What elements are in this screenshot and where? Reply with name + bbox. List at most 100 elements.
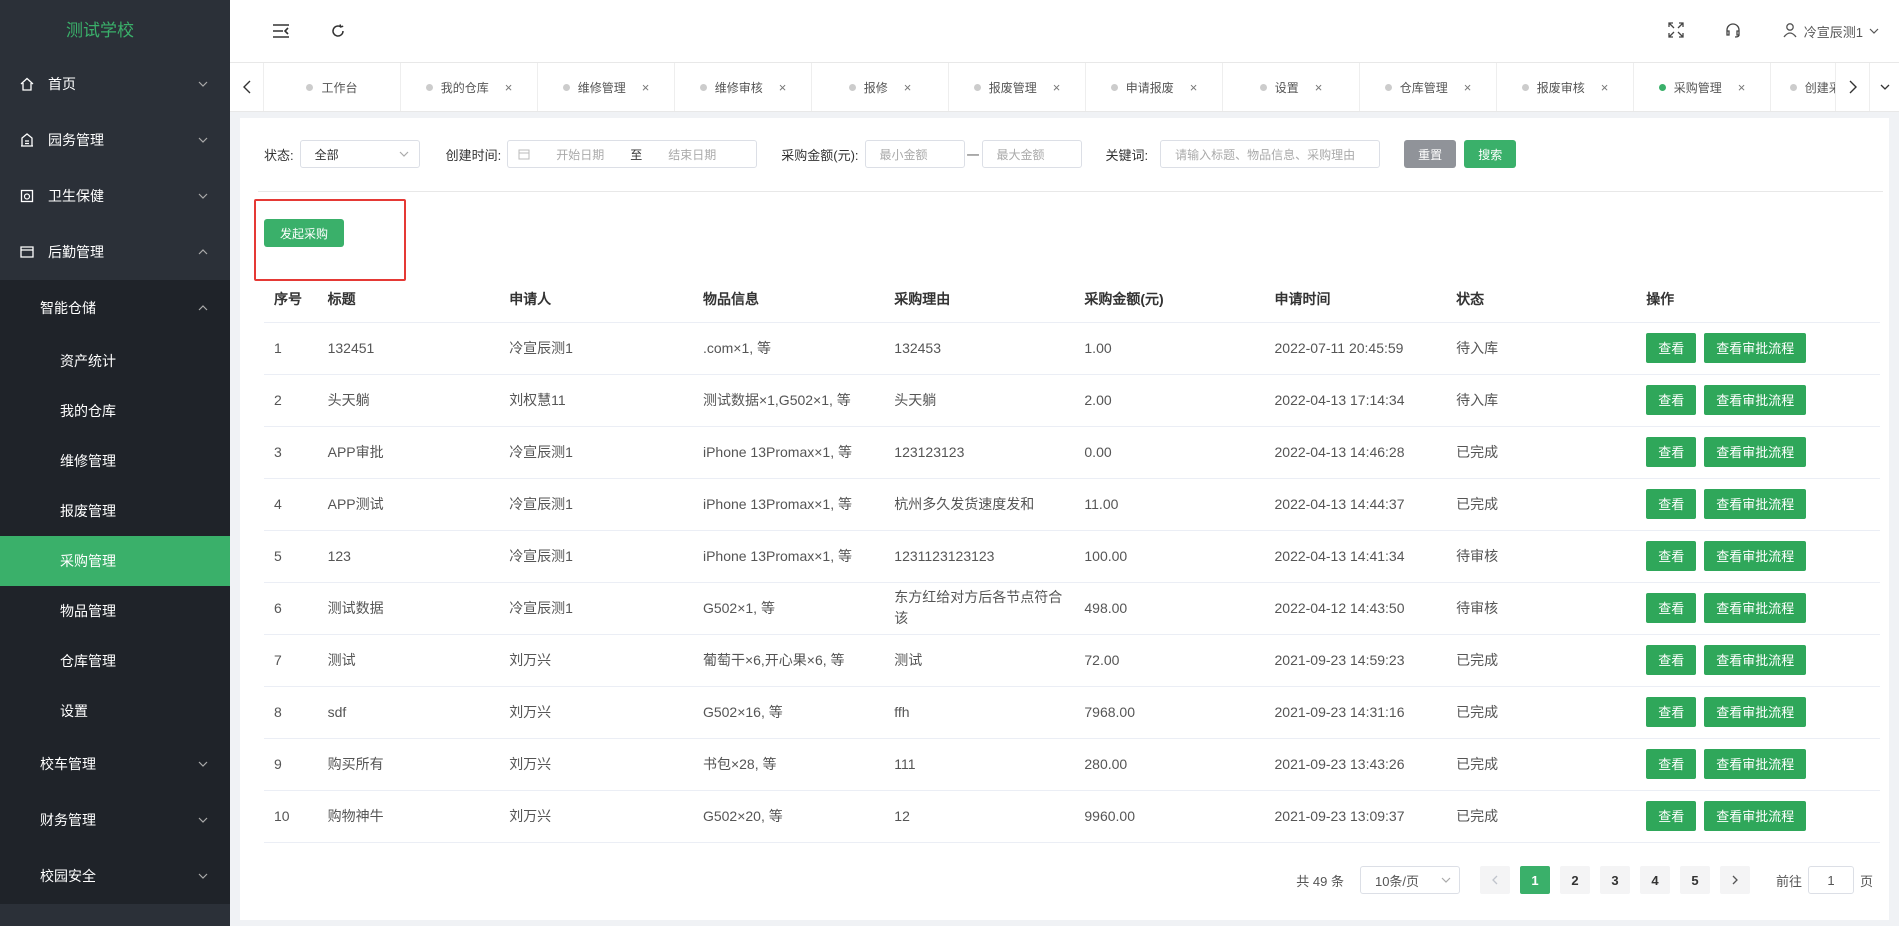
tab-item[interactable]: 仓库管理 × bbox=[1360, 63, 1497, 111]
headset-icon[interactable] bbox=[1724, 21, 1742, 42]
tabs-scroll-right[interactable] bbox=[1835, 63, 1869, 111]
sidebar-item-campus[interactable]: 园务管理 bbox=[0, 112, 230, 168]
table-row: 10 购物神牛 刘万兴 G502×20, 等 12 9960.00 2021-09-23 1… bbox=[264, 790, 1880, 843]
view-button[interactable]: 查看 bbox=[1646, 437, 1697, 467]
chevron-left-icon bbox=[1492, 875, 1498, 885]
sidebar-item-asset-stats[interactable]: 资产统计 bbox=[0, 336, 230, 386]
table-row: 8 sdf 刘万兴 G502×16, 等 ffh 7968.00 2021-09-23 14… bbox=[264, 686, 1880, 739]
menu-fold-icon[interactable] bbox=[270, 20, 292, 42]
column-header: 物品信息 bbox=[692, 276, 885, 323]
top-header: 冷宣辰测1 bbox=[230, 0, 1899, 62]
view-button[interactable]: 查看 bbox=[1646, 697, 1697, 727]
sidebar-item-settings[interactable]: 设置 bbox=[0, 686, 230, 736]
sidebar-item-label: 首页 bbox=[48, 76, 76, 92]
max-amount-input[interactable]: 最大金额 bbox=[981, 140, 1082, 168]
close-icon[interactable]: × bbox=[904, 80, 912, 95]
view-button[interactable]: 查看 bbox=[1646, 489, 1697, 519]
page-size-select[interactable]: 10条/页 bbox=[1359, 866, 1460, 894]
sidebar-item-smart-storage[interactable]: 智能仓储 bbox=[0, 280, 230, 336]
close-icon[interactable]: × bbox=[1315, 80, 1323, 95]
tab-item[interactable]: 报废审核 × bbox=[1497, 63, 1634, 111]
close-icon[interactable]: × bbox=[779, 80, 787, 95]
tab-item[interactable]: 设置 × bbox=[1223, 63, 1360, 111]
sidebar-item-finance[interactable]: 财务管理 bbox=[0, 792, 230, 848]
sidebar-item-home[interactable]: 首页 bbox=[0, 56, 230, 112]
tab-item[interactable]: 工作台 bbox=[264, 63, 401, 111]
end-date-input[interactable]: 结束日期 bbox=[652, 146, 732, 163]
page-number-button[interactable]: 2 bbox=[1559, 866, 1590, 894]
tab-item[interactable]: 创建采购单× bbox=[1771, 63, 1835, 111]
view-approval-flow-button[interactable]: 查看审批流程 bbox=[1704, 749, 1807, 779]
status-select[interactable]: 全部 bbox=[299, 140, 420, 168]
view-button[interactable]: 查看 bbox=[1646, 645, 1697, 675]
tab-item[interactable]: 维修管理 × bbox=[538, 63, 675, 111]
tab-item[interactable]: 报废管理 × bbox=[949, 63, 1086, 111]
table-cell-actions: 查看 查看审批流程 bbox=[1636, 686, 1880, 739]
close-icon[interactable]: × bbox=[642, 80, 650, 95]
close-icon[interactable]: × bbox=[1053, 80, 1061, 95]
view-approval-flow-button[interactable]: 查看审批流程 bbox=[1704, 801, 1807, 831]
table-cell: 测试数据 bbox=[317, 582, 500, 635]
sidebar-item-school-bus[interactable]: 校车管理 bbox=[0, 736, 230, 792]
view-approval-flow-button[interactable]: 查看审批流程 bbox=[1704, 697, 1807, 727]
table-cell: 7 bbox=[264, 634, 318, 687]
page-number-button[interactable]: 5 bbox=[1679, 866, 1710, 894]
view-button[interactable]: 查看 bbox=[1646, 593, 1697, 623]
view-button[interactable]: 查看 bbox=[1646, 333, 1697, 363]
fullscreen-icon[interactable] bbox=[1668, 21, 1684, 41]
tab-item[interactable]: 我的仓库 × bbox=[401, 63, 538, 111]
sidebar-item-my-warehouse[interactable]: 我的仓库 bbox=[0, 386, 230, 436]
close-icon[interactable]: × bbox=[1190, 80, 1198, 95]
start-date-input[interactable]: 开始日期 bbox=[540, 146, 620, 163]
sidebar-item-health[interactable]: 卫生保健 bbox=[0, 168, 230, 224]
refresh-icon[interactable] bbox=[327, 20, 349, 42]
page-number-button[interactable]: 1 bbox=[1519, 866, 1550, 894]
view-button[interactable]: 查看 bbox=[1646, 749, 1697, 779]
page-number-button[interactable]: 4 bbox=[1639, 866, 1670, 894]
goto-page-input[interactable]: 1 bbox=[1807, 866, 1854, 894]
search-button[interactable]: 搜索 bbox=[1464, 140, 1517, 168]
view-button[interactable]: 查看 bbox=[1646, 385, 1697, 415]
sidebar-item-repair[interactable]: 维修管理 bbox=[0, 436, 230, 486]
sidebar-item-scrap[interactable]: 报废管理 bbox=[0, 486, 230, 536]
prev-page-button[interactable] bbox=[1479, 866, 1510, 894]
tabs-more-dropdown[interactable] bbox=[1869, 63, 1899, 111]
view-approval-flow-button[interactable]: 查看审批流程 bbox=[1704, 489, 1807, 519]
table-cell: 2022-07-11 20:45:59 bbox=[1264, 322, 1447, 375]
tab-item[interactable]: 维修审核 × bbox=[675, 63, 812, 111]
view-approval-flow-button[interactable]: 查看审批流程 bbox=[1704, 645, 1807, 675]
tab-item[interactable]: 报修 × bbox=[812, 63, 949, 111]
view-button[interactable]: 查看 bbox=[1646, 801, 1697, 831]
view-approval-flow-button[interactable]: 查看审批流程 bbox=[1704, 333, 1807, 363]
close-icon[interactable]: × bbox=[1738, 80, 1746, 95]
sidebar-item-purchase[interactable]: 采购管理 bbox=[0, 536, 230, 586]
user-menu[interactable]: 冷宣辰测1 bbox=[1782, 22, 1879, 41]
reset-button[interactable]: 重置 bbox=[1404, 140, 1457, 168]
table-cell: 冷宣辰测1 bbox=[499, 426, 693, 479]
view-button[interactable]: 查看 bbox=[1646, 541, 1697, 571]
created-date-range[interactable]: 开始日期 至 结束日期 bbox=[507, 140, 758, 168]
app-logo-title: 测试学校 bbox=[66, 20, 134, 40]
tabs-scroll-left[interactable] bbox=[230, 63, 264, 111]
sidebar-item-warehouse-mgmt[interactable]: 仓库管理 bbox=[0, 636, 230, 686]
close-icon[interactable]: × bbox=[1464, 80, 1472, 95]
tab-item[interactable]: 申请报废 × bbox=[1086, 63, 1223, 111]
close-icon[interactable]: × bbox=[1601, 80, 1609, 95]
sidebar-item-logistics[interactable]: 后勤管理 bbox=[0, 224, 230, 280]
view-approval-flow-button[interactable]: 查看审批流程 bbox=[1704, 385, 1807, 415]
tab-item[interactable]: 采购管理 × bbox=[1634, 63, 1771, 111]
table-cell: 已完成 bbox=[1446, 738, 1637, 791]
column-header: 申请时间 bbox=[1264, 276, 1447, 323]
keyword-input[interactable]: 请输入标题、物品信息、采购理由 bbox=[1160, 140, 1381, 168]
view-approval-flow-button[interactable]: 查看审批流程 bbox=[1704, 541, 1807, 571]
next-page-button[interactable] bbox=[1719, 866, 1750, 894]
sidebar-item-goods[interactable]: 物品管理 bbox=[0, 586, 230, 636]
min-amount-input[interactable]: 最小金额 bbox=[864, 140, 965, 168]
sidebar-item-campus-safety[interactable]: 校园安全 bbox=[0, 848, 230, 904]
page-number-button[interactable]: 3 bbox=[1599, 866, 1630, 894]
view-approval-flow-button[interactable]: 查看审批流程 bbox=[1704, 593, 1807, 623]
table-cell: 498.00 bbox=[1074, 582, 1265, 635]
close-icon[interactable]: × bbox=[505, 80, 513, 95]
view-approval-flow-button[interactable]: 查看审批流程 bbox=[1704, 437, 1807, 467]
launch-purchase-button[interactable]: 发起采购 bbox=[264, 219, 345, 247]
